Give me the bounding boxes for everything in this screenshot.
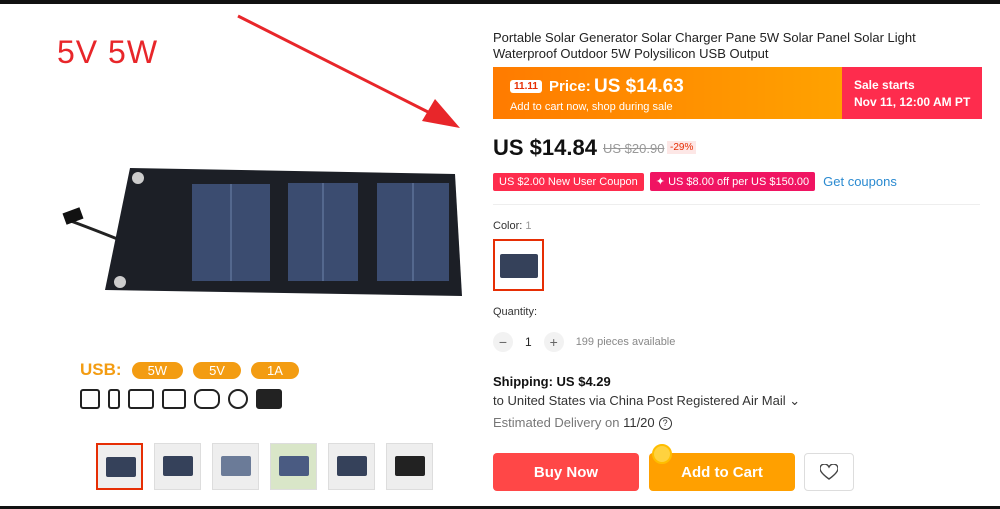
promo-price-label: Price: [549, 78, 591, 95]
coin-icon [652, 444, 672, 464]
usb-spec-row: USB: 5W 5V 1A [80, 360, 299, 380]
solar-panel-image[interactable] [60, 150, 480, 310]
disc-icon [228, 389, 248, 409]
store-coupon[interactable]: ✦ US $8.00 off per US $150.00 [649, 172, 816, 191]
decrease-quantity-button[interactable]: − [493, 332, 513, 352]
increase-quantity-button[interactable]: + [543, 332, 564, 352]
tablet-icon [80, 389, 100, 409]
spec-pill: 5V [193, 361, 241, 379]
color-label: Color: 1 [493, 220, 532, 232]
new-user-coupon[interactable]: US $2.00 New User Coupon [493, 172, 644, 191]
speaker-icon [162, 389, 186, 409]
coupon-row: US $2.00 New User Coupon ✦ US $8.00 off … [493, 172, 897, 191]
product-title: Portable Solar Generator Solar Charger P… [493, 30, 916, 61]
quantity-value[interactable]: 1 [525, 335, 532, 349]
heart-icon [820, 464, 838, 480]
get-coupons-link[interactable]: Get coupons [823, 174, 897, 189]
color-swatch[interactable] [493, 239, 544, 291]
mp3-player-icon [194, 389, 220, 409]
shipping-destination[interactable]: to United States via China Post Register… [493, 393, 800, 409]
thumbnail[interactable] [328, 443, 375, 490]
spec-pill: 1A [250, 361, 299, 379]
top-border [0, 0, 1000, 4]
buy-now-button[interactable]: Buy Now [493, 453, 639, 491]
color-count: 1 [525, 220, 532, 232]
camcorder-icon [256, 389, 282, 409]
help-icon[interactable]: ? [658, 417, 672, 431]
thumbnail[interactable] [154, 443, 201, 490]
sale-badge: 11.11 [510, 80, 542, 93]
available-pieces: 199 pieces available [575, 336, 676, 348]
device-icons [80, 389, 282, 409]
sale-start-time: Nov 11, 12:00 AM PT [854, 95, 971, 109]
add-to-cart-button[interactable]: Add to Cart [649, 453, 795, 491]
thumbnail-strip [96, 443, 433, 490]
estimated-delivery: Estimated Delivery on 11/20? [493, 415, 672, 431]
thumbnail[interactable] [96, 443, 143, 490]
thumbnail[interactable] [270, 443, 317, 490]
shipping-cost: Shipping: US $4.29 [493, 374, 611, 389]
quantity-stepper: − 1 + 199 pieces available [493, 332, 675, 352]
thumbnail[interactable] [212, 443, 259, 490]
promo-subtitle: Add to cart now, shop during sale [510, 101, 673, 113]
quantity-label: Quantity: [493, 306, 538, 318]
original-price: US $20.90 [603, 141, 665, 156]
thumbnail[interactable] [386, 443, 433, 490]
discount-badge: -29% [667, 141, 697, 154]
red-arrow-annotation [237, 14, 460, 128]
wishlist-button[interactable] [804, 453, 854, 491]
usb-label: USB: [80, 360, 122, 379]
promo-banner: 11.11 Price: US $14.63 Add to cart now, … [493, 67, 982, 119]
spec-pill: 5W [131, 361, 184, 379]
divider [493, 204, 980, 205]
sale-starts-label: Sale starts [854, 78, 915, 92]
promo-price: US $14.63 [594, 76, 684, 97]
current-price: US $14.84 [493, 135, 597, 160]
hero-label: 5V 5W [57, 34, 159, 70]
phone-icon [108, 389, 120, 409]
camera-icon [128, 389, 154, 409]
